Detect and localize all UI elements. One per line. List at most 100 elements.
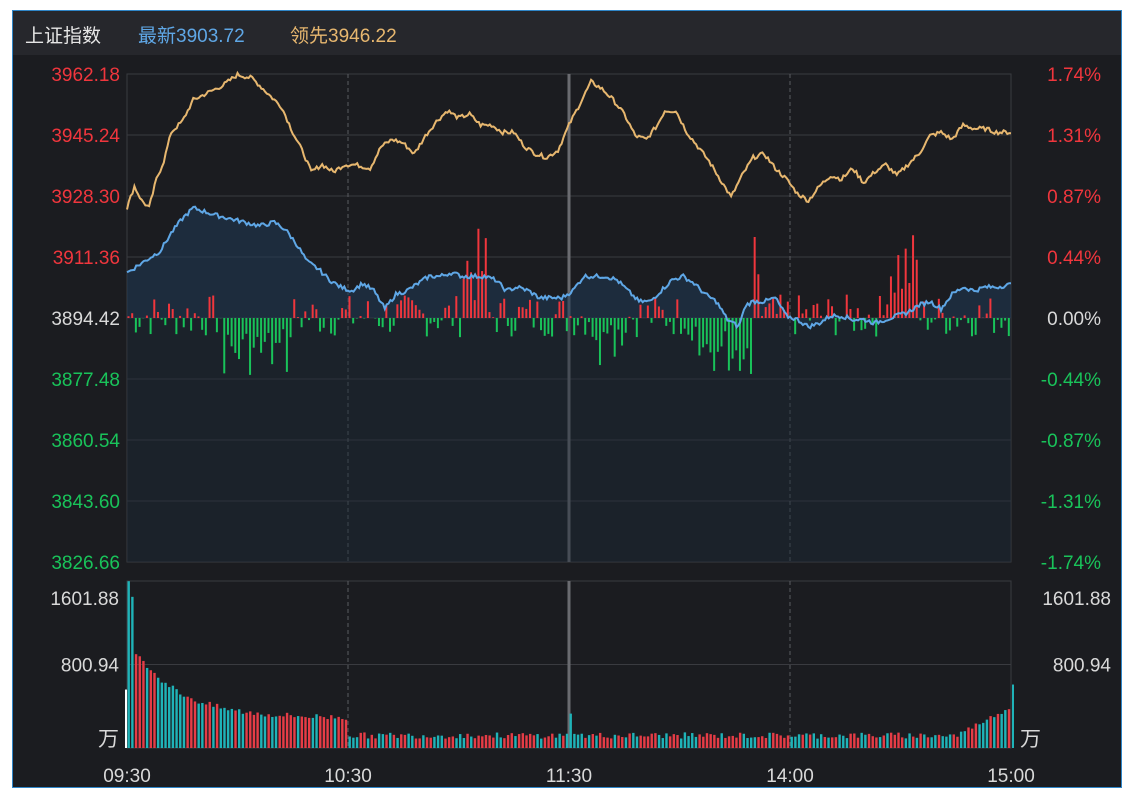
volume-bar — [959, 731, 963, 748]
volume-bar — [923, 734, 926, 748]
volume-bar — [665, 733, 668, 748]
volume-bar — [632, 732, 635, 748]
volume-bar — [705, 733, 709, 748]
volume-bar — [875, 737, 878, 748]
volume-bar — [341, 719, 344, 748]
volume-bar — [260, 714, 263, 748]
volume-bar — [473, 738, 477, 748]
volume-bar — [256, 712, 259, 748]
volume-bar — [757, 737, 760, 748]
volume-bar — [495, 732, 499, 748]
volume-bar — [293, 717, 296, 748]
volume-bar — [698, 734, 701, 748]
volume-bar — [912, 736, 915, 748]
volume-bar — [749, 737, 753, 748]
chart-frame: 上证指数 最新3903.72 领先3946.22 3962.18 1.74% 394… — [12, 10, 1122, 788]
volume-bar — [716, 737, 720, 748]
volume-bar — [230, 708, 234, 748]
volume-bar — [639, 735, 642, 748]
volume-bar — [517, 734, 521, 748]
volume-bar — [330, 715, 333, 748]
volume-bar — [871, 736, 874, 748]
volume-bar — [470, 736, 473, 748]
volume-bar — [289, 715, 292, 748]
volume-bar — [171, 685, 175, 748]
volume-bar — [713, 734, 716, 748]
volume-bar — [993, 717, 996, 748]
price-tick-label: 3860.54 — [51, 431, 120, 452]
volume-bar — [945, 736, 948, 748]
volume-bar — [558, 733, 561, 748]
volume-bar — [488, 735, 491, 748]
volume-bar — [819, 734, 823, 748]
volume-bar — [948, 734, 952, 748]
volume-bar — [613, 734, 617, 748]
price-tick-label: 3843.60 — [51, 492, 120, 513]
volume-bar — [901, 737, 904, 748]
volume-tick-label: 1601.88 — [50, 589, 119, 610]
price-tick-label: 3826.66 — [51, 553, 120, 574]
volume-bar — [414, 738, 418, 748]
volume-bar — [223, 707, 226, 748]
volume-bar — [617, 735, 620, 748]
volume-bar — [812, 733, 815, 748]
volume-bar — [274, 716, 278, 748]
volume-bar — [672, 734, 676, 748]
volume-bar — [315, 714, 318, 748]
lower-area-shade — [127, 318, 1011, 562]
volume-bar — [164, 682, 167, 748]
volume-bar — [779, 735, 782, 748]
volume-bar — [934, 735, 937, 748]
volume-bar — [724, 737, 727, 748]
volume-bar — [967, 727, 970, 748]
volume-bar — [179, 694, 182, 748]
volume-bar — [226, 710, 230, 748]
percent-tick-label: -1.31% — [1041, 492, 1101, 513]
volume-bar — [201, 702, 204, 748]
volume-bar — [926, 737, 930, 748]
percent-tick-label: 0.87% — [1047, 187, 1101, 208]
volume-bar — [565, 733, 569, 748]
volume-bar — [584, 737, 587, 748]
percent-tick-label: -0.87% — [1041, 431, 1101, 452]
volume-bar — [889, 732, 893, 748]
percent-tick-label: 1.31% — [1047, 126, 1101, 147]
time-tick-label: 10:30 — [324, 766, 372, 787]
volume-bar — [569, 713, 572, 748]
time-tick-label: 11:30 — [546, 766, 592, 787]
volume-bar — [709, 734, 712, 748]
intraday-chart: 3962.18 1.74% 3945.24 1.31% 3928.30 0.87% 3911… — [50, 65, 1111, 787]
volume-bar — [215, 703, 219, 748]
volume-bar — [864, 734, 867, 748]
volume-bar — [300, 716, 304, 748]
volume-bar — [668, 736, 672, 748]
volume-bar — [337, 716, 340, 748]
volume-bar — [145, 667, 149, 748]
volume-bar — [816, 738, 819, 748]
volume-bar — [790, 736, 793, 748]
volume-bar — [355, 737, 359, 748]
volume-bar — [982, 722, 985, 748]
volume-bar — [263, 716, 267, 748]
volume-bar — [249, 711, 252, 748]
volume-bar — [536, 734, 539, 748]
volume-bar — [359, 732, 362, 748]
volume-bar — [484, 735, 488, 748]
volume-bar — [919, 733, 922, 748]
volume-bar — [182, 696, 186, 748]
volume-bar — [687, 736, 690, 748]
volume-bar — [897, 732, 900, 748]
volume-bar — [319, 716, 322, 748]
volume-bar — [238, 709, 241, 748]
volume-bar — [285, 712, 289, 748]
volume-bar — [525, 735, 528, 748]
volume-bar — [444, 738, 447, 748]
volume-bar — [694, 736, 698, 748]
volume-bar — [352, 737, 355, 748]
volume-bar — [702, 736, 705, 748]
volume-bar — [138, 656, 141, 748]
volume-bar — [904, 738, 908, 748]
volume-bar — [878, 737, 882, 748]
volume-bar — [842, 735, 845, 748]
volume-bar — [661, 738, 664, 748]
